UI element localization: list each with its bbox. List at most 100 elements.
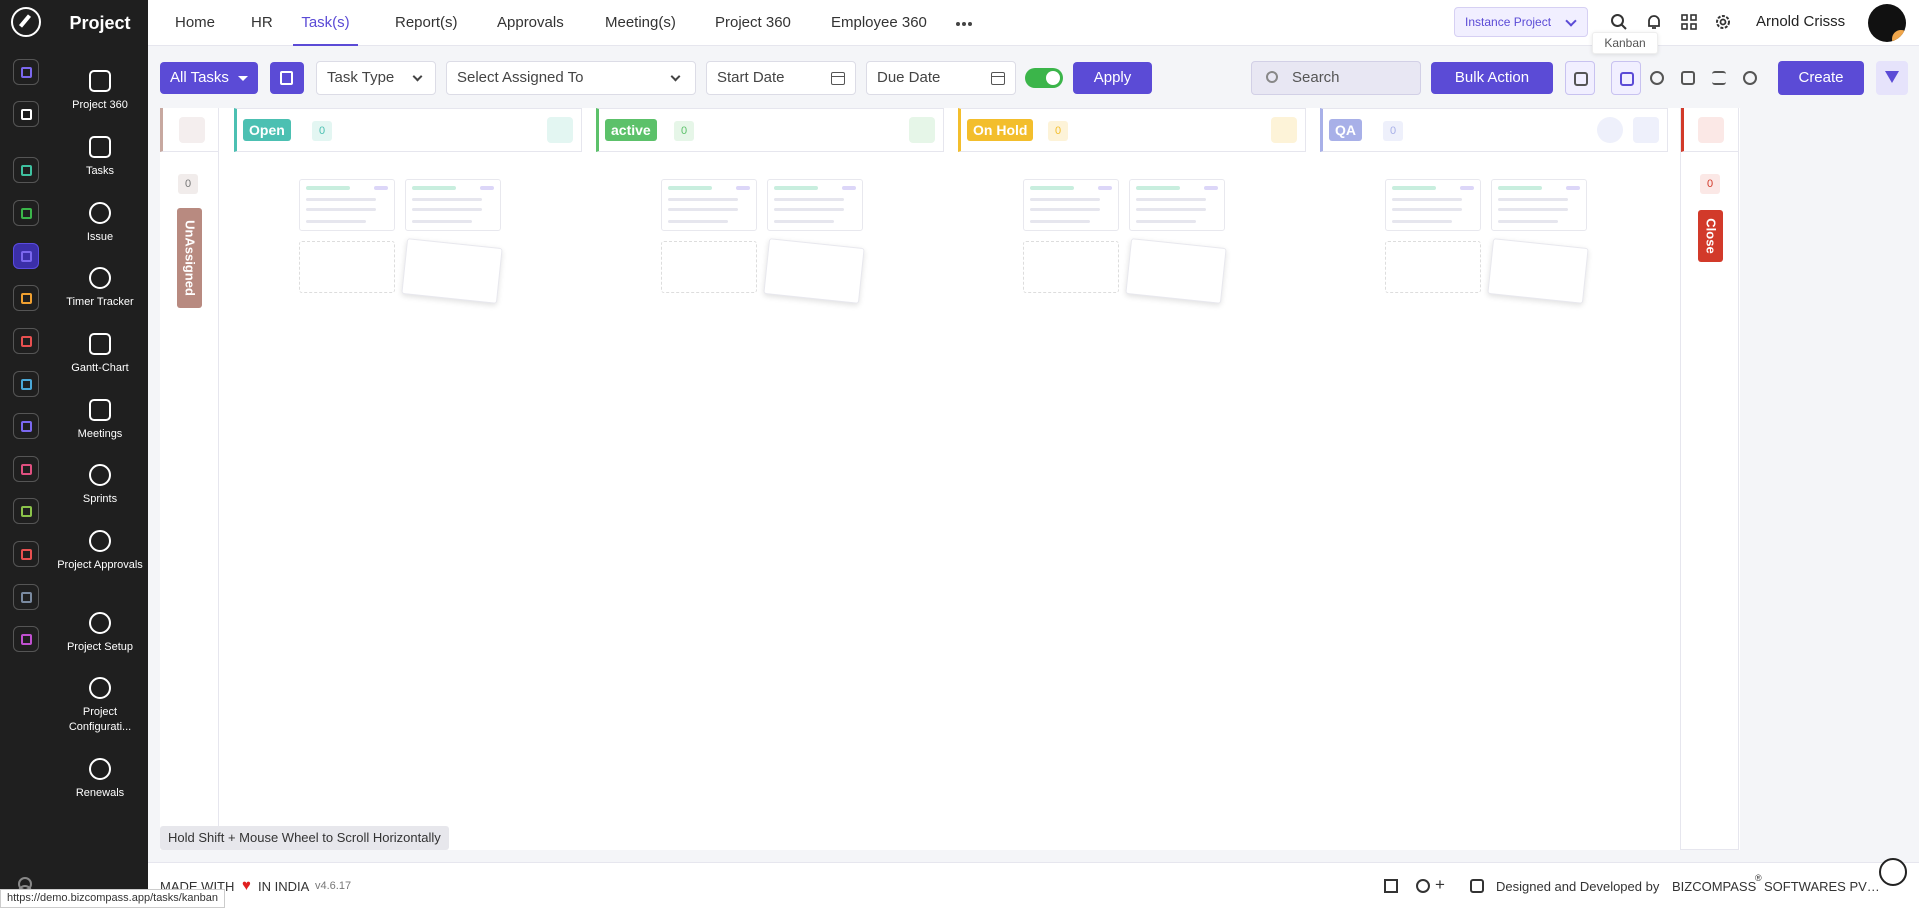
task-type-select[interactable]: Task Type <box>316 61 436 95</box>
sidebar-item-issue[interactable]: Issue <box>52 202 148 245</box>
tab-project-360[interactable]: Project 360 <box>715 0 791 46</box>
footer: MADE WITH ♥ IN INDIA v4.6.17 + Designed … <box>148 862 1919 908</box>
collapse-column-icon[interactable] <box>1271 117 1297 143</box>
sidebar-item-project-configuration[interactable]: Project Configurati... <box>52 677 148 735</box>
search-icon[interactable] <box>1610 13 1628 31</box>
column-tag-open: Open <box>243 119 291 141</box>
headset-icon[interactable] <box>1416 879 1430 893</box>
app-module-icon[interactable] <box>13 584 39 610</box>
assigned-to-select[interactable]: Select Assigned To <box>446 61 696 95</box>
kanban-view-button[interactable] <box>1611 61 1641 95</box>
avatar[interactable] <box>1868 4 1906 42</box>
table-view-button[interactable] <box>1673 61 1703 95</box>
tab-home[interactable]: Home <box>175 0 215 46</box>
empty-state-illustration <box>1023 179 1228 319</box>
app-module-icon[interactable] <box>13 285 39 311</box>
column-header-qa: QA 0 <box>1320 108 1668 152</box>
tab-hr[interactable]: HR <box>251 0 273 46</box>
sidebar-item-gantt-chart[interactable]: Gantt-Chart <box>52 333 148 376</box>
app-module-icon[interactable] <box>13 498 39 524</box>
tab-employee-360[interactable]: Employee 360 <box>831 0 927 46</box>
sidebar-item-project-approvals[interactable]: Project Approvals <box>52 530 148 573</box>
collapse-column-icon[interactable] <box>1633 117 1659 143</box>
column-count: 0 <box>1383 121 1403 141</box>
plus-icon[interactable]: + <box>1435 875 1445 895</box>
apps-grid-icon[interactable] <box>1680 13 1698 31</box>
user-icon <box>1650 71 1664 85</box>
document-icon[interactable] <box>1470 879 1484 893</box>
windows-icon[interactable] <box>1384 879 1398 893</box>
create-button[interactable]: Create <box>1778 61 1864 95</box>
close-label[interactable]: Close <box>1698 210 1723 262</box>
list-icon <box>1712 71 1726 85</box>
filter-toggle[interactable] <box>1025 68 1063 88</box>
tab-meetings[interactable]: Meeting(s) <box>605 0 676 46</box>
sidebar-item-tasks[interactable]: Tasks <box>52 136 148 179</box>
app-module-icon[interactable] <box>13 243 39 269</box>
kanban-board: 0 UnAssigned Open 0 active 0 On Hold 0 Q… <box>160 108 1740 850</box>
close-count: 0 <box>1700 174 1720 194</box>
notes-button[interactable] <box>270 62 304 94</box>
status-bar-url: https://demo.bizcompass.app/tasks/kanban <box>0 889 225 908</box>
chevron-down-icon <box>670 71 681 82</box>
expand-icon[interactable] <box>1698 117 1724 143</box>
calendar-icon <box>991 72 1005 85</box>
sidebar-item-renewals[interactable]: Renewals <box>52 758 148 801</box>
sidebar-item-project-360[interactable]: Project 360 <box>52 70 148 113</box>
tab-reports[interactable]: Report(s) <box>395 0 458 46</box>
filter-button[interactable] <box>1876 61 1908 95</box>
app-module-icon[interactable] <box>13 371 39 397</box>
app-module-icon[interactable] <box>13 413 39 439</box>
file-export-icon <box>1574 72 1588 86</box>
column-header-on-hold: On Hold 0 <box>958 108 1306 152</box>
add-user-icon[interactable] <box>1597 117 1623 143</box>
app-rail <box>0 0 52 908</box>
user-view-button[interactable] <box>1642 61 1672 95</box>
due-date-input[interactable]: Due Date <box>866 61 1016 95</box>
more-icon[interactable] <box>956 22 972 26</box>
app-module-icon[interactable] <box>13 101 39 127</box>
sidebar-item-sprints[interactable]: Sprints <box>52 464 148 507</box>
expand-icon[interactable] <box>179 117 205 143</box>
app-module-icon[interactable] <box>13 200 39 226</box>
start-date-input[interactable]: Start Date <box>706 61 856 95</box>
registered-mark: ® <box>1755 873 1762 883</box>
instance-selector[interactable]: Instance Project <box>1454 7 1588 37</box>
list-view-button[interactable] <box>1704 61 1734 95</box>
bell-icon[interactable] <box>1645 13 1663 31</box>
sidebar-item-timer-tracker[interactable]: Timer Tracker <box>52 267 148 310</box>
all-tasks-dropdown[interactable]: All Tasks <box>160 62 258 94</box>
collapse-column-icon[interactable] <box>547 117 573 143</box>
app-module-icon[interactable] <box>13 456 39 482</box>
chevron-down-icon <box>412 71 423 82</box>
app-module-icon[interactable] <box>13 541 39 567</box>
tab-approvals[interactable]: Approvals <box>497 0 564 46</box>
sidebar-title: Project <box>69 13 131 33</box>
bulk-action-button[interactable]: Bulk Action <box>1431 62 1553 94</box>
document-icon <box>280 71 293 85</box>
app-module-icon[interactable] <box>13 59 39 85</box>
timeline-view-button[interactable] <box>1735 61 1765 95</box>
export-button[interactable] <box>1565 61 1595 95</box>
app-module-icon[interactable] <box>13 328 39 354</box>
gear-icon <box>89 612 111 634</box>
column-count: 0 <box>674 121 694 141</box>
tab-tasks[interactable]: Task(s) <box>293 0 358 46</box>
company-name: BIZCOMPASS <box>1672 879 1757 894</box>
alert-icon <box>89 202 111 224</box>
table-icon <box>1681 71 1695 85</box>
app-module-icon[interactable] <box>13 157 39 183</box>
unassigned-label[interactable]: UnAssigned <box>177 208 202 308</box>
user-name[interactable]: Arnold Crisss <box>1756 13 1845 30</box>
app-module-icon[interactable] <box>13 626 39 652</box>
stopwatch-icon[interactable] <box>1879 858 1907 886</box>
collapse-column-icon[interactable] <box>909 117 935 143</box>
sidebar-item-meetings[interactable]: Meetings <box>52 399 148 442</box>
settings-gear-icon[interactable] <box>1714 13 1732 31</box>
clock-icon <box>1743 71 1757 85</box>
search-input[interactable]: Search <box>1251 61 1421 95</box>
compass-logo-icon[interactable] <box>11 7 41 37</box>
sidebar-item-project-setup[interactable]: Project Setup <box>52 612 148 655</box>
user-check-icon <box>89 530 111 552</box>
apply-button[interactable]: Apply <box>1073 62 1152 94</box>
